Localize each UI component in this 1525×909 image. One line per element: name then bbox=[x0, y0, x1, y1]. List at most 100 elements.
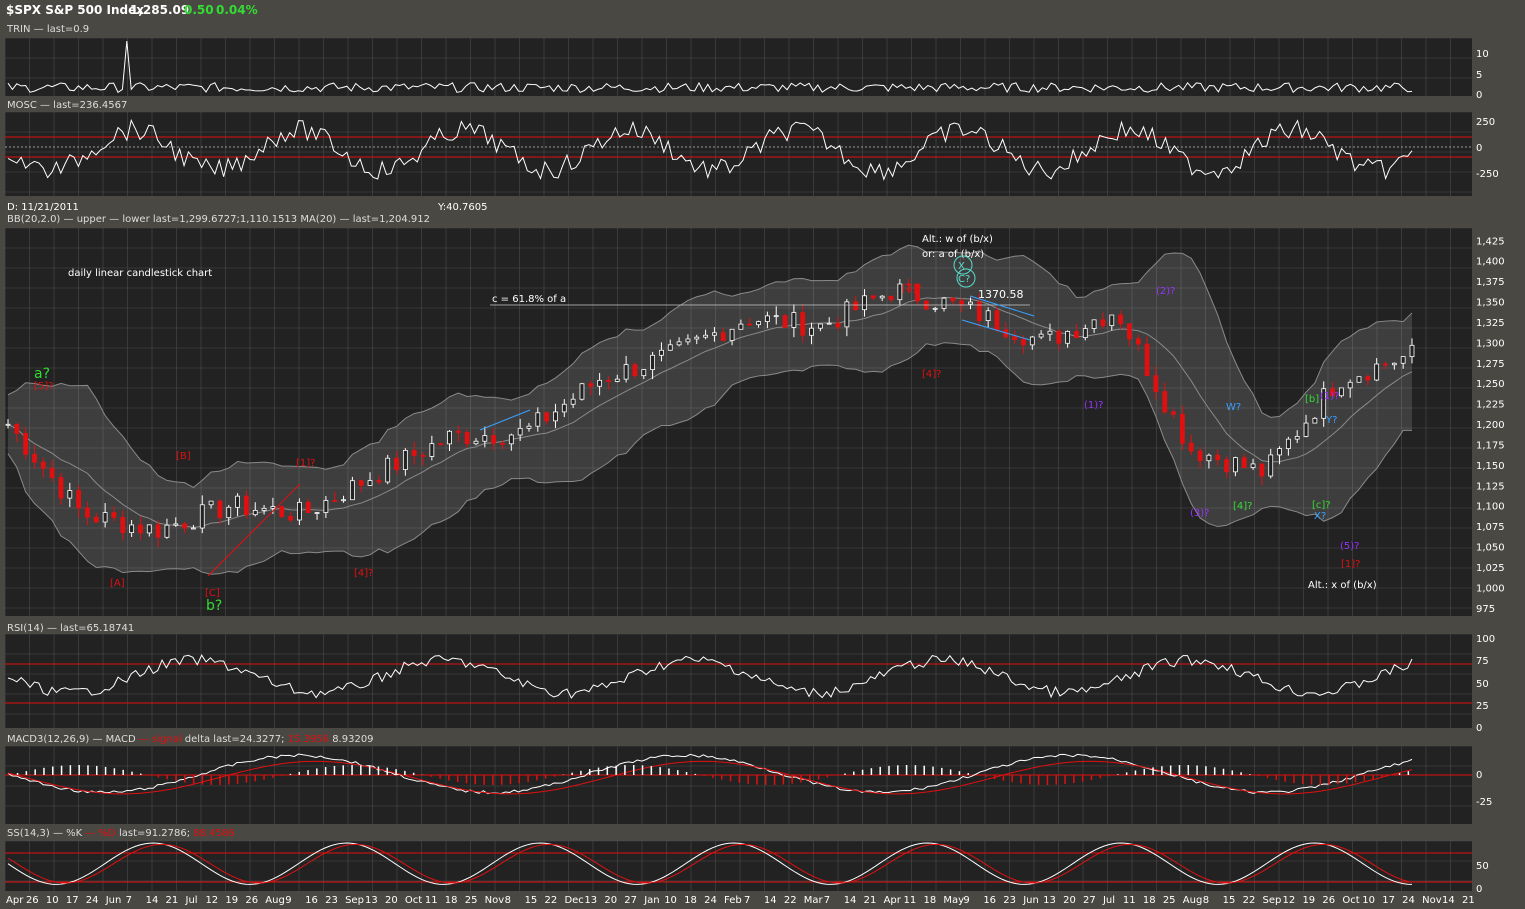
macd-histogram-bar bbox=[456, 775, 459, 782]
x-tick-label: 17 bbox=[1382, 895, 1395, 906]
x-tick-label: May bbox=[943, 895, 964, 906]
candle bbox=[120, 516, 126, 534]
macd-histogram-bar bbox=[289, 773, 292, 775]
macd-histogram-bar bbox=[395, 769, 397, 775]
wave-label: [4]? bbox=[354, 568, 373, 579]
macd-histogram-bar bbox=[588, 769, 591, 775]
ss-legend: SS(14,3) — %K — %D last=91.2786; 88.4586 bbox=[7, 828, 235, 839]
candle bbox=[411, 449, 417, 456]
x-tick-label: 11 bbox=[425, 895, 438, 906]
macd-histogram-bar bbox=[879, 766, 881, 775]
x-tick-label: 8 bbox=[505, 895, 511, 906]
candle bbox=[862, 295, 867, 311]
macd-histogram-bar bbox=[280, 775, 283, 776]
candle bbox=[1356, 376, 1362, 383]
tick-label: 1,425 bbox=[1476, 236, 1505, 247]
macd-histogram-bar bbox=[404, 770, 406, 775]
candle bbox=[341, 499, 346, 502]
candle bbox=[58, 477, 64, 499]
tick-label: 1,075 bbox=[1476, 522, 1505, 533]
macd-histogram-bar bbox=[148, 775, 151, 776]
candle bbox=[791, 312, 797, 328]
candle bbox=[1224, 459, 1229, 473]
candle bbox=[950, 297, 956, 302]
candle bbox=[1180, 413, 1185, 444]
candle bbox=[164, 524, 170, 538]
bb-legend: BB(20,2.0) — upper — lower last=1,299.67… bbox=[7, 214, 430, 225]
x-tick-label: 9 bbox=[963, 895, 969, 906]
tick-label: 1,125 bbox=[1476, 481, 1505, 492]
macd-histogram-bar bbox=[333, 766, 336, 775]
x-tick-label: 26 bbox=[26, 895, 39, 906]
candle bbox=[1383, 363, 1388, 366]
macd-histogram-bar bbox=[43, 767, 45, 775]
x-tick-label: Aug bbox=[265, 895, 285, 906]
candle bbox=[1232, 457, 1238, 473]
macd-histogram-bar bbox=[219, 775, 221, 785]
macd-histogram-bar bbox=[817, 775, 820, 780]
macd-histogram-bar bbox=[553, 775, 556, 777]
candle bbox=[756, 321, 761, 326]
candle bbox=[464, 432, 470, 445]
date-readout: D: 11/21/2011 bbox=[7, 202, 79, 213]
candle bbox=[941, 297, 947, 309]
candle bbox=[323, 500, 329, 513]
macd-histogram-bar bbox=[1178, 765, 1181, 775]
x-tick-label: Sep bbox=[345, 895, 364, 906]
macd-histogram-bar bbox=[465, 775, 468, 784]
tick-label: 1,100 bbox=[1476, 502, 1505, 513]
x-tick-label: 18 bbox=[1143, 895, 1156, 906]
macd-histogram-bar bbox=[492, 775, 494, 785]
candle bbox=[659, 349, 664, 356]
macd-histogram-bar bbox=[1363, 775, 1366, 781]
candle bbox=[879, 295, 885, 299]
candle bbox=[853, 301, 859, 311]
tick-label: 1,225 bbox=[1476, 400, 1505, 411]
candle bbox=[1188, 442, 1194, 452]
candle bbox=[606, 379, 611, 382]
candle bbox=[1347, 381, 1353, 389]
macd-histogram-bar bbox=[958, 771, 961, 775]
x-tick-label: 24 bbox=[86, 895, 99, 906]
macd-histogram-bar bbox=[175, 775, 177, 782]
macd-legend-signal-value: 8.93209 bbox=[332, 734, 373, 745]
macd-histogram-bar bbox=[905, 765, 908, 775]
macd-histogram-bar bbox=[430, 775, 433, 777]
macd-histogram-bar bbox=[377, 766, 380, 775]
tick-label: 50 bbox=[1476, 679, 1489, 690]
candle bbox=[394, 457, 399, 470]
wave-label: [4]? bbox=[902, 284, 921, 295]
trin-panel bbox=[5, 38, 1472, 96]
x-tick-label: 27 bbox=[1083, 895, 1096, 906]
x-tick-label: 13 bbox=[365, 895, 378, 906]
tick-label: 25 bbox=[1476, 701, 1489, 712]
macd-histogram-bar bbox=[659, 767, 661, 775]
candle bbox=[570, 398, 576, 405]
candle bbox=[817, 323, 823, 329]
macd-histogram-bar bbox=[765, 775, 767, 785]
candle bbox=[870, 295, 876, 299]
candle bbox=[1268, 454, 1274, 477]
candle bbox=[932, 307, 938, 310]
macd-histogram-bar bbox=[140, 773, 142, 775]
candle bbox=[191, 527, 196, 530]
macd-histogram-bar bbox=[844, 773, 846, 775]
tick-label: 1,150 bbox=[1476, 461, 1505, 472]
macd-histogram-bar bbox=[1081, 775, 1084, 782]
x-tick-label: 7 bbox=[126, 895, 132, 906]
macd-histogram-bar bbox=[184, 775, 186, 783]
macd-histogram-bar bbox=[1064, 775, 1066, 785]
macd-histogram-bar bbox=[1381, 775, 1383, 778]
candle bbox=[208, 500, 214, 506]
candle bbox=[473, 440, 479, 445]
candle bbox=[720, 332, 726, 341]
macd-histogram-bar bbox=[1275, 775, 1278, 781]
macd-histogram-bar bbox=[16, 773, 19, 775]
x-tick-label: 24 bbox=[704, 895, 717, 906]
macd-legend: MACD3(12,26,9) — MACD — signal delta las… bbox=[7, 734, 374, 745]
macd-histogram-bar bbox=[923, 765, 925, 775]
candle bbox=[40, 461, 46, 469]
tick-label: 75 bbox=[1476, 656, 1489, 667]
candle bbox=[93, 516, 99, 523]
tick-label: 1,250 bbox=[1476, 379, 1505, 390]
